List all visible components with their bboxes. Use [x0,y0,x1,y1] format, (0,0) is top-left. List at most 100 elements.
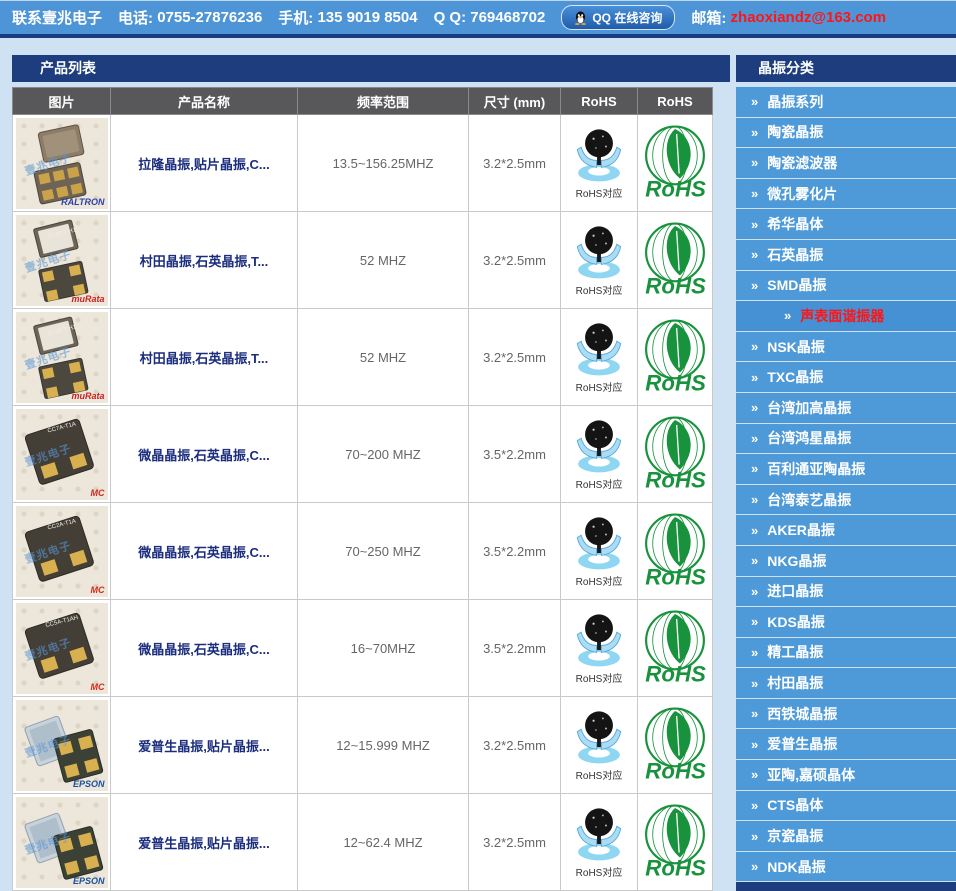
sidebar-category-item[interactable]: » 进口晶振 [736,577,956,607]
product-image[interactable]: 壹兆电子 CC2A-T1A MC [16,506,108,597]
sidebar-item-label: 台湾加高晶振 [767,398,851,418]
rohs-compliance-badge: RoHS对应 [568,514,630,588]
rohs-badge-label: RoHS对应 [568,476,630,491]
product-name-link[interactable]: 微晶晶振,石英晶振,C... [138,545,269,560]
sidebar-item-label: 晶振系列 [767,92,823,112]
qq-penguin-icon [574,11,587,25]
rohs-badge-label: RoHS对应 [568,670,630,685]
sidebar-category-item[interactable]: » 亚陶,嘉硕晶体 [736,760,956,790]
frequency-range: 52 MHZ [360,253,406,268]
column-header: 图片 [13,88,111,115]
sidebar-category-item[interactable]: » 台湾加高晶振 [736,393,956,423]
sidebar-category-item[interactable]: » 台湾泰艺晶振 [736,485,956,515]
table-row: 壹兆电子 CC7A-T1A MC 微晶晶振,石英晶振,C... 70~200 M… [13,406,713,503]
sidebar-category-item[interactable]: » NDK晶振 [736,852,956,882]
rohs-compliance-badge: RoHS对应 [568,126,630,200]
sidebar-category-item[interactable]: » 微孔雾化片 [736,179,956,209]
sidebar-category-item[interactable]: » NSK晶振 [736,332,956,362]
sidebar-category-item[interactable]: » 声表面谐振器 [736,301,956,331]
brand-logo-text: MC [91,585,105,595]
double-chevron-icon: » [751,706,758,721]
sidebar-item-label: 声表面谐振器 [800,306,884,326]
sidebar-category-item[interactable]: » 晶振系列 [736,87,956,117]
top-contact-bar: 联系壹兆电子 电话: 0755-27876236 手机: 135 9019 85… [0,0,956,38]
sidebar-category-item[interactable]: » 爱普生晶振 [736,729,956,759]
double-chevron-icon: » [751,125,758,140]
qq-chat-button[interactable]: QQ 在线咨询 [561,5,675,30]
rohs-globe-hands-icon [568,514,630,572]
sidebar-item-label: 西铁城晶振 [767,704,837,724]
product-name-link[interactable]: 微晶晶振,石英晶振,C... [138,448,269,463]
double-chevron-icon: » [751,676,758,691]
product-table: 图片产品名称频率范围尺寸 (mm)RoHSRoHS 壹兆电子 RALTRON 拉… [12,87,713,891]
sidebar-category-item[interactable]: » 希华晶体 [736,209,956,239]
product-name-link[interactable]: 拉隆晶振,贴片晶振,C... [138,157,269,172]
column-header: 频率范围 [298,88,469,115]
product-image[interactable]: 壹兆电子 32.00 T H1 muRata [16,312,108,403]
svg-text:RoHS: RoHS [645,370,706,395]
product-name-link[interactable]: 爱普生晶振,贴片晶振... [138,836,269,851]
sidebar-item-label: 爱普生晶振 [767,734,837,754]
svg-text:RoHS: RoHS [645,564,706,589]
rohs-globe-hands-icon [568,126,630,184]
product-image[interactable]: 壹兆电子 CC5A-T1AH MC [16,603,108,694]
svg-text:RoHS: RoHS [645,855,706,880]
rohs-badge-label: RoHS对应 [568,864,630,879]
sidebar-category-item[interactable]: » 西铁城晶振 [736,699,956,729]
mobile-number: 手机: 135 9019 8504 [278,7,417,28]
product-image[interactable]: 壹兆电子 EPSON [16,700,108,791]
sidebar-category-item[interactable]: » 陶瓷晶振 [736,118,956,148]
sidebar-category-item[interactable]: » 京瓷晶振 [736,821,956,851]
double-chevron-icon: » [751,94,758,109]
sidebar-item-label: 石英晶振 [767,245,823,265]
sidebar-item-label: 陶瓷晶振 [767,122,823,142]
brand-logo-text: MC [91,488,105,498]
double-chevron-icon: » [751,461,758,476]
double-chevron-icon: » [751,767,758,782]
double-chevron-icon: » [751,614,758,629]
product-name-link[interactable]: 微晶晶振,石英晶振,C... [138,642,269,657]
sidebar-item-label: 陶瓷滤波器 [767,153,837,173]
product-image-cell: 壹兆电子 CC2A-T1A MC [13,503,111,600]
sidebar-category-item[interactable]: » 精工晶振 [736,638,956,668]
table-row: 壹兆电子 CC5A-T1AH MC 微晶晶振,石英晶振,C... 16~70MH… [13,600,713,697]
double-chevron-icon: » [751,217,758,232]
double-chevron-icon: » [751,400,758,415]
product-image[interactable]: 壹兆电子 25.00 7 H1 muRata [16,215,108,306]
rohs-compliance-badge: RoHS对应 [568,417,630,491]
sidebar-category-item[interactable]: » 百利通亚陶晶振 [736,454,956,484]
frequency-range: 13.5~156.25MHZ [333,156,434,171]
sidebar-category-item[interactable]: » KDS晶振 [736,607,956,637]
sidebar-item-label: 进口晶振 [767,581,823,601]
product-name-link[interactable]: 村田晶振,石英晶振,T... [140,254,269,269]
package-size: 3.5*2.2mm [483,447,546,462]
product-name-link[interactable]: 村田晶振,石英晶振,T... [140,351,269,366]
qq-chat-button-label: QQ 在线咨询 [592,9,662,26]
product-image[interactable]: 壹兆电子 RALTRON [16,118,108,209]
product-name-link[interactable]: 爱普生晶振,贴片晶振... [138,739,269,754]
sidebar-category-item[interactable]: » SMD晶振 [736,271,956,301]
sidebar-category-item[interactable]: » AKER晶振 [736,515,956,545]
sidebar-category-item[interactable]: » 村田晶振 [736,668,956,698]
product-image[interactable]: 壹兆电子 EPSON [16,797,108,888]
sidebar-item-label: CTS晶体 [767,795,823,815]
package-size: 3.2*2.5mm [483,738,546,753]
email-address[interactable]: 邮箱: zhaoxiandz@163.com [691,7,886,28]
sidebar-category-item[interactable]: » 石英晶振 [736,240,956,270]
product-table-body: 壹兆电子 RALTRON 拉隆晶振,贴片晶振,C... 13.5~156.25M… [13,115,713,891]
sidebar-category-item[interactable]: » NKG晶振 [736,546,956,576]
brand-logo-text: muRata [71,294,104,304]
product-image[interactable]: 壹兆电子 CC7A-T1A MC [16,409,108,500]
sidebar-category-item[interactable]: » TXC晶振 [736,362,956,392]
double-chevron-icon: » [751,829,758,844]
product-image-cell: 壹兆电子 RALTRON [13,115,111,212]
column-header: 尺寸 (mm) [469,88,561,115]
sidebar-item-label: 希华晶体 [767,214,823,234]
svg-text:RoHS: RoHS [645,467,706,492]
sidebar-category-item[interactable]: » 陶瓷滤波器 [736,148,956,178]
sidebar-category-item[interactable]: » CTS晶体 [736,791,956,821]
double-chevron-icon: » [751,523,758,538]
rohs-badge-label: RoHS对应 [568,379,630,394]
product-list-title: 产品列表 [12,55,730,82]
sidebar-category-item[interactable]: » 台湾鸿星晶振 [736,424,956,454]
